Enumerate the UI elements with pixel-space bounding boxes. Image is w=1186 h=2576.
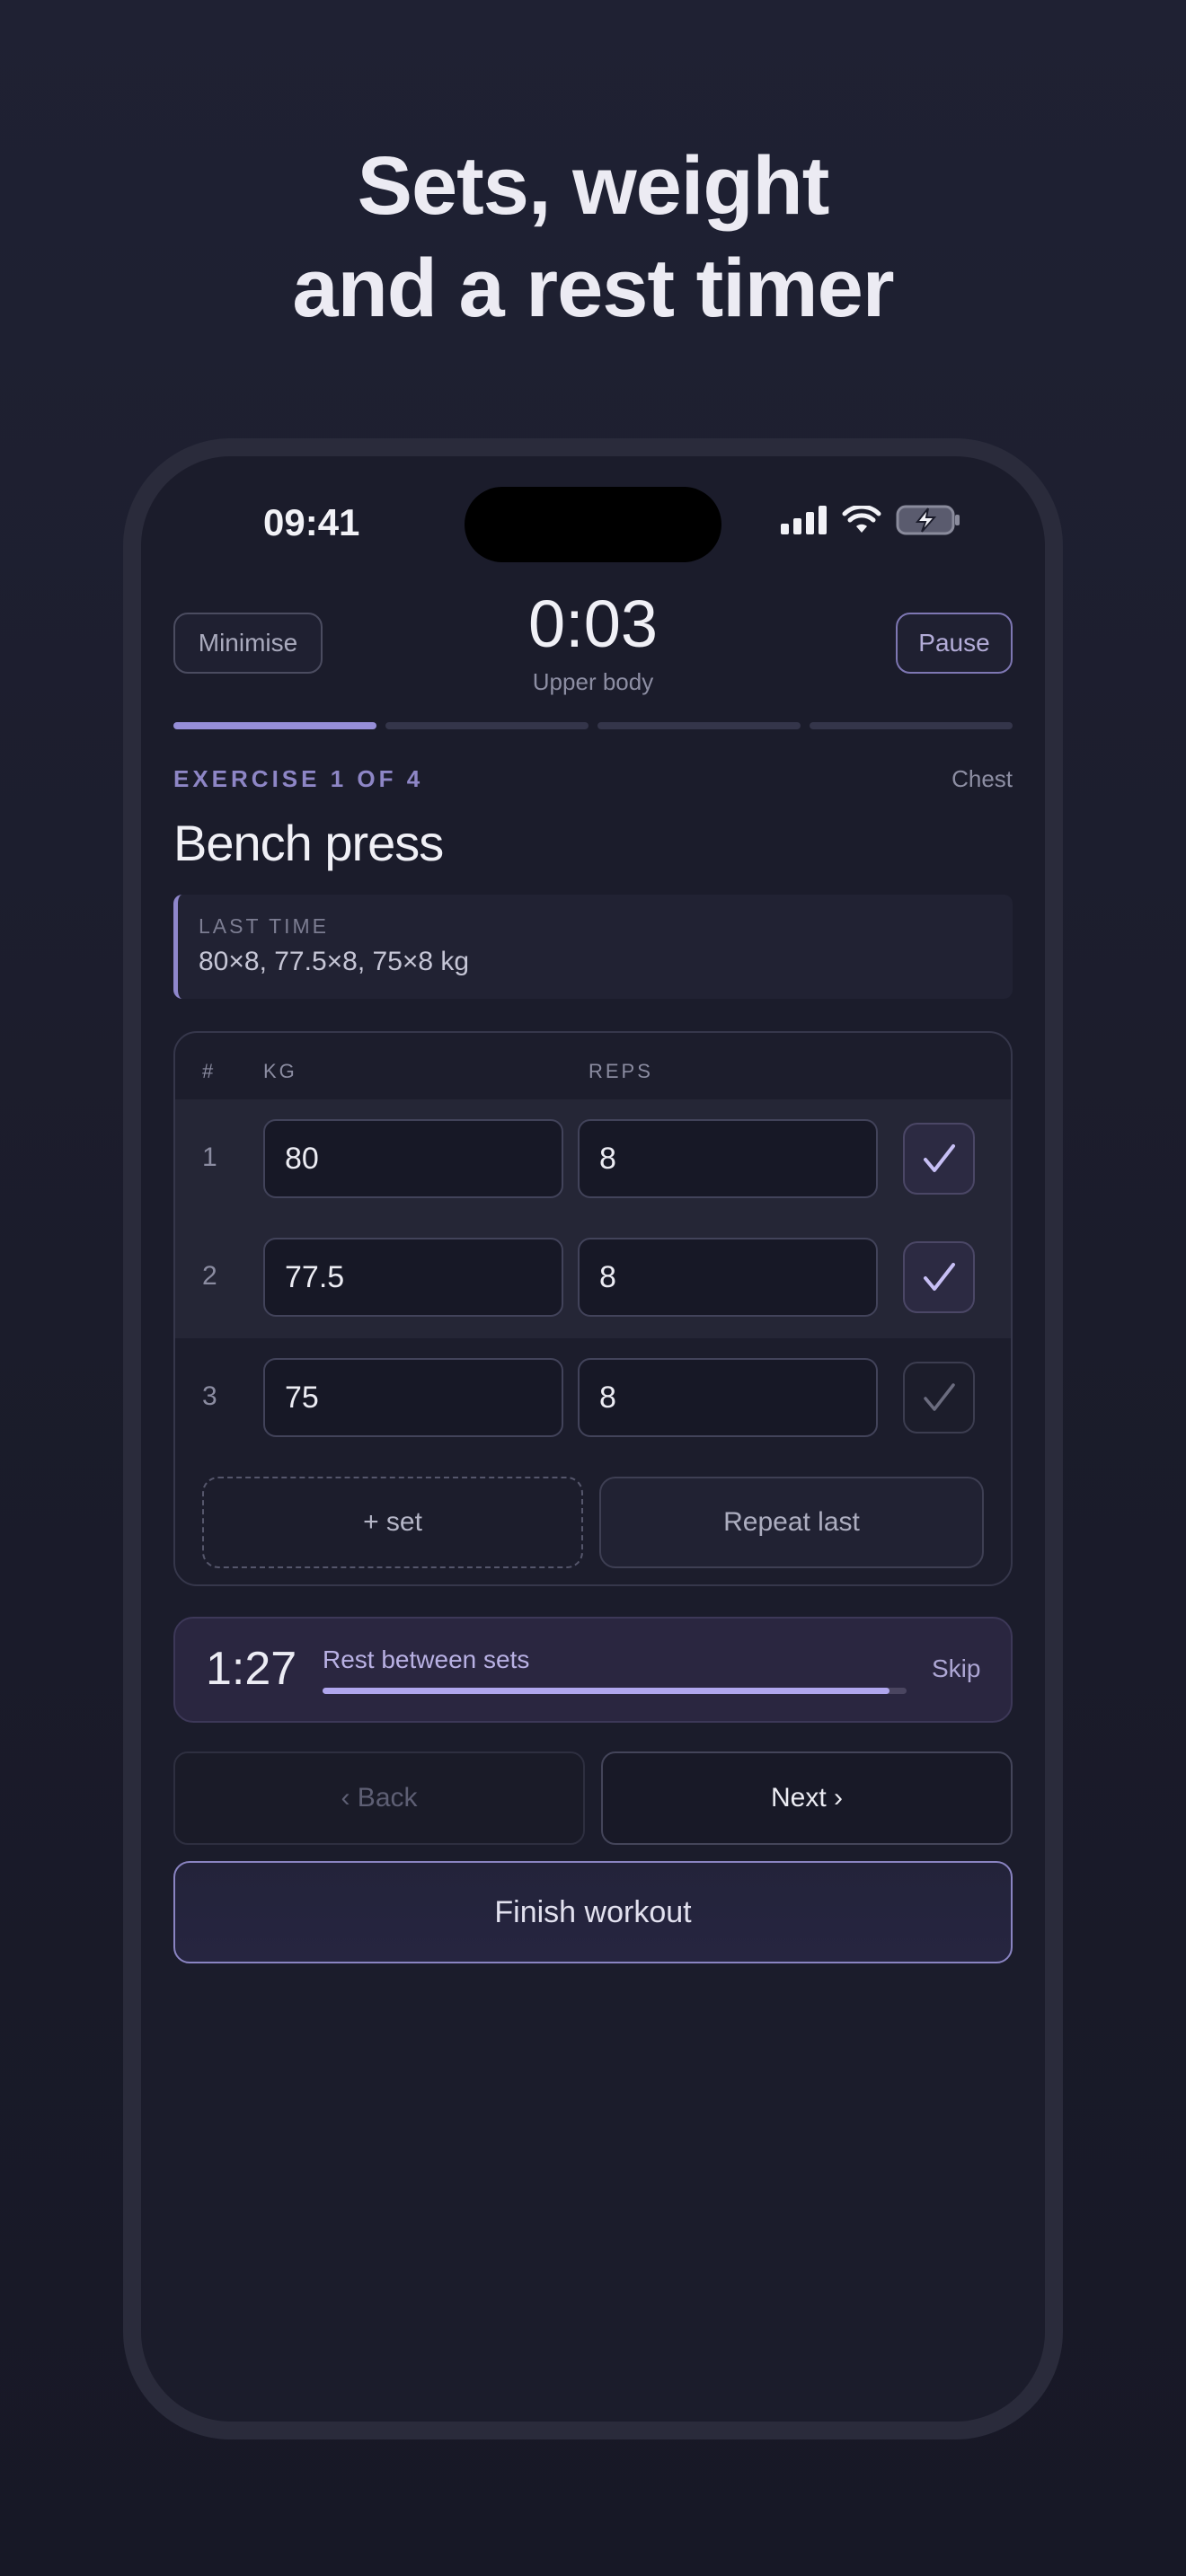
rest-progress-fill <box>323 1688 890 1694</box>
skip-rest-button[interactable]: Skip <box>932 1654 980 1683</box>
workout-timer: 0:03 <box>527 587 659 661</box>
last-time-value: 80×8, 77.5×8, 75×8 kg <box>199 947 470 976</box>
finish-workout-button[interactable]: Finish workout <box>173 1861 1013 1963</box>
progress-segment-1 <box>173 722 376 729</box>
set-complete-toggle[interactable] <box>903 1123 975 1195</box>
reps-input[interactable]: 8 <box>578 1119 878 1198</box>
set-number: 2 <box>202 1261 217 1291</box>
add-set-button[interactable]: + set <box>202 1477 583 1568</box>
rest-time: 1:27 <box>206 1643 297 1695</box>
battery-charging-icon <box>896 505 960 535</box>
wifi-icon <box>842 506 881 533</box>
reps-input[interactable]: 8 <box>578 1238 878 1317</box>
kg-input[interactable]: 80 <box>263 1119 563 1198</box>
signal-icon <box>781 506 827 534</box>
set-number: 1 <box>202 1142 217 1172</box>
status-icons <box>781 505 962 535</box>
progress-segment-2 <box>385 722 589 729</box>
repeat-last-button[interactable]: Repeat last <box>599 1477 984 1568</box>
checkmark-icon <box>924 1383 955 1411</box>
minimise-button[interactable]: Minimise <box>173 613 323 674</box>
next-button[interactable]: Next › <box>601 1751 1013 1845</box>
checkmark-icon <box>924 1263 955 1291</box>
checkmark-icon <box>924 1144 955 1172</box>
progress-segment-3 <box>597 722 801 729</box>
kg-input[interactable]: 75 <box>263 1358 563 1437</box>
status-time: 09:41 <box>263 501 360 543</box>
dynamic-island <box>465 487 721 562</box>
workout-name: Upper body <box>532 668 654 695</box>
set-complete-toggle[interactable] <box>903 1362 975 1434</box>
headline-line-2: and a rest timer <box>292 243 894 334</box>
phone-frame: 09:41 Minimise 0:03 Upper body Pause EXE… <box>123 438 1063 2439</box>
rest-label: Rest between sets <box>323 1645 530 1673</box>
column-header-kg: KG <box>263 1060 297 1082</box>
headline-line-1: Sets, weight <box>357 140 830 232</box>
column-header-number: # <box>202 1060 217 1082</box>
exercise-title: Bench press <box>173 815 444 871</box>
set-number: 3 <box>202 1381 217 1411</box>
last-time-label: LAST TIME <box>199 914 330 938</box>
kg-input[interactable]: 77.5 <box>263 1238 563 1317</box>
muscle-group: Chest <box>951 765 1013 792</box>
phone-screen: 09:41 Minimise 0:03 Upper body Pause EXE… <box>141 456 1045 2422</box>
pause-button[interactable]: Pause <box>896 613 1013 674</box>
rest-timer-card <box>173 1617 1013 1723</box>
back-button[interactable]: ‹ Back <box>173 1751 585 1845</box>
headline: Sets, weight and a rest timer <box>0 135 1186 340</box>
column-header-reps: REPS <box>589 1060 653 1082</box>
reps-input[interactable]: 8 <box>578 1358 878 1437</box>
set-complete-toggle[interactable] <box>903 1241 975 1313</box>
progress-segment-4 <box>810 722 1013 729</box>
exercise-counter: EXERCISE 1 OF 4 <box>173 765 424 792</box>
